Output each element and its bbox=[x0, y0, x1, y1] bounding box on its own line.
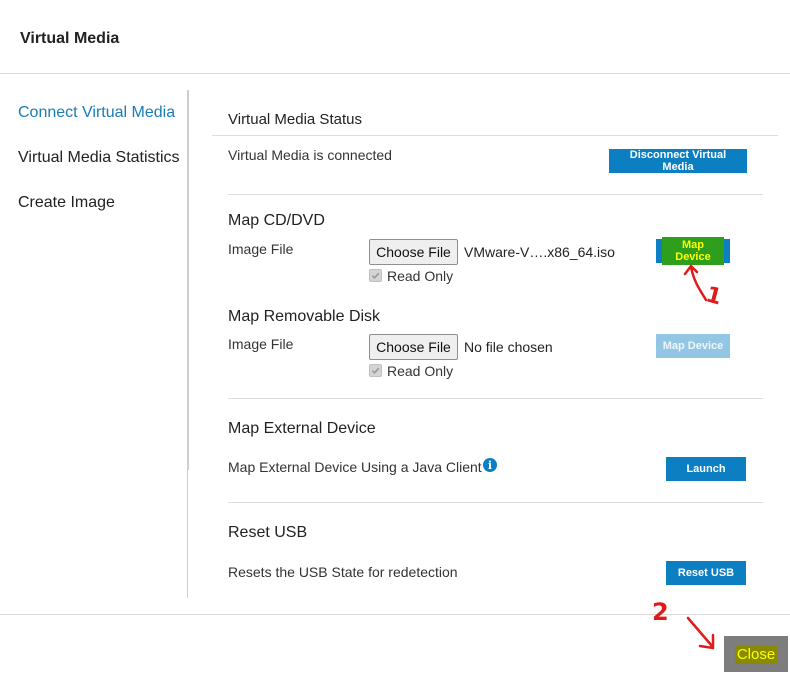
panel-divider bbox=[187, 470, 188, 598]
footer-divider bbox=[0, 614, 790, 615]
removable-read-only-checkbox[interactable] bbox=[369, 364, 382, 377]
cd-dvd-read-only-checkbox[interactable] bbox=[369, 269, 382, 282]
disconnect-virtual-media-button[interactable]: Disconnect Virtual Media bbox=[609, 149, 747, 173]
removable-map-device-button[interactable]: Map Device bbox=[656, 334, 730, 358]
removable-read-only-label: Read Only bbox=[387, 363, 454, 379]
header-divider bbox=[0, 73, 790, 74]
sidebar-divider bbox=[187, 90, 189, 470]
annotation-arrow-2 bbox=[686, 616, 715, 650]
annotation-number-2: 2 bbox=[652, 598, 669, 626]
sidebar-item-virtual-media-statistics[interactable]: Virtual Media Statistics bbox=[18, 149, 180, 167]
status-heading-divider bbox=[212, 135, 778, 136]
removable-choose-file-button[interactable]: Choose File bbox=[369, 334, 458, 360]
sidebar-item-connect-virtual-media[interactable]: Connect Virtual Media bbox=[18, 104, 175, 122]
info-icon[interactable]: i bbox=[483, 458, 497, 472]
status-text: Virtual Media is connected bbox=[228, 147, 392, 163]
checkmark-icon bbox=[371, 367, 380, 375]
removable-heading: Map Removable Disk bbox=[228, 308, 381, 325]
cd-dvd-heading: Map CD/DVD bbox=[228, 212, 325, 229]
sidebar-item-create-image[interactable]: Create Image bbox=[18, 194, 115, 212]
external-text: Map External Device Using a Java Client bbox=[228, 459, 482, 475]
section-divider-1 bbox=[228, 194, 763, 195]
usb-text: Resets the USB State for redetection bbox=[228, 564, 458, 580]
cd-dvd-read-only-label: Read Only bbox=[387, 268, 454, 284]
cd-dvd-image-file-label: Image File bbox=[228, 241, 294, 257]
close-label: Close bbox=[734, 644, 778, 664]
checkmark-icon bbox=[371, 272, 380, 280]
removable-image-file-label: Image File bbox=[228, 336, 294, 352]
close-button[interactable]: Close bbox=[724, 636, 788, 672]
reset-usb-button[interactable]: Reset USB bbox=[666, 561, 746, 585]
usb-heading: Reset USB bbox=[228, 524, 308, 541]
removable-file-name: No file chosen bbox=[464, 339, 553, 355]
section-divider-2 bbox=[228, 398, 763, 399]
cd-dvd-file-name: VMware-V….x86_64.iso bbox=[464, 244, 615, 260]
external-heading: Map External Device bbox=[228, 420, 376, 437]
launch-button[interactable]: Launch bbox=[666, 457, 746, 481]
section-divider-3 bbox=[228, 502, 763, 503]
dialog-title: Virtual Media bbox=[20, 30, 120, 47]
cd-dvd-choose-file-button[interactable]: Choose File bbox=[369, 239, 458, 265]
status-heading: Virtual Media Status bbox=[228, 111, 362, 128]
